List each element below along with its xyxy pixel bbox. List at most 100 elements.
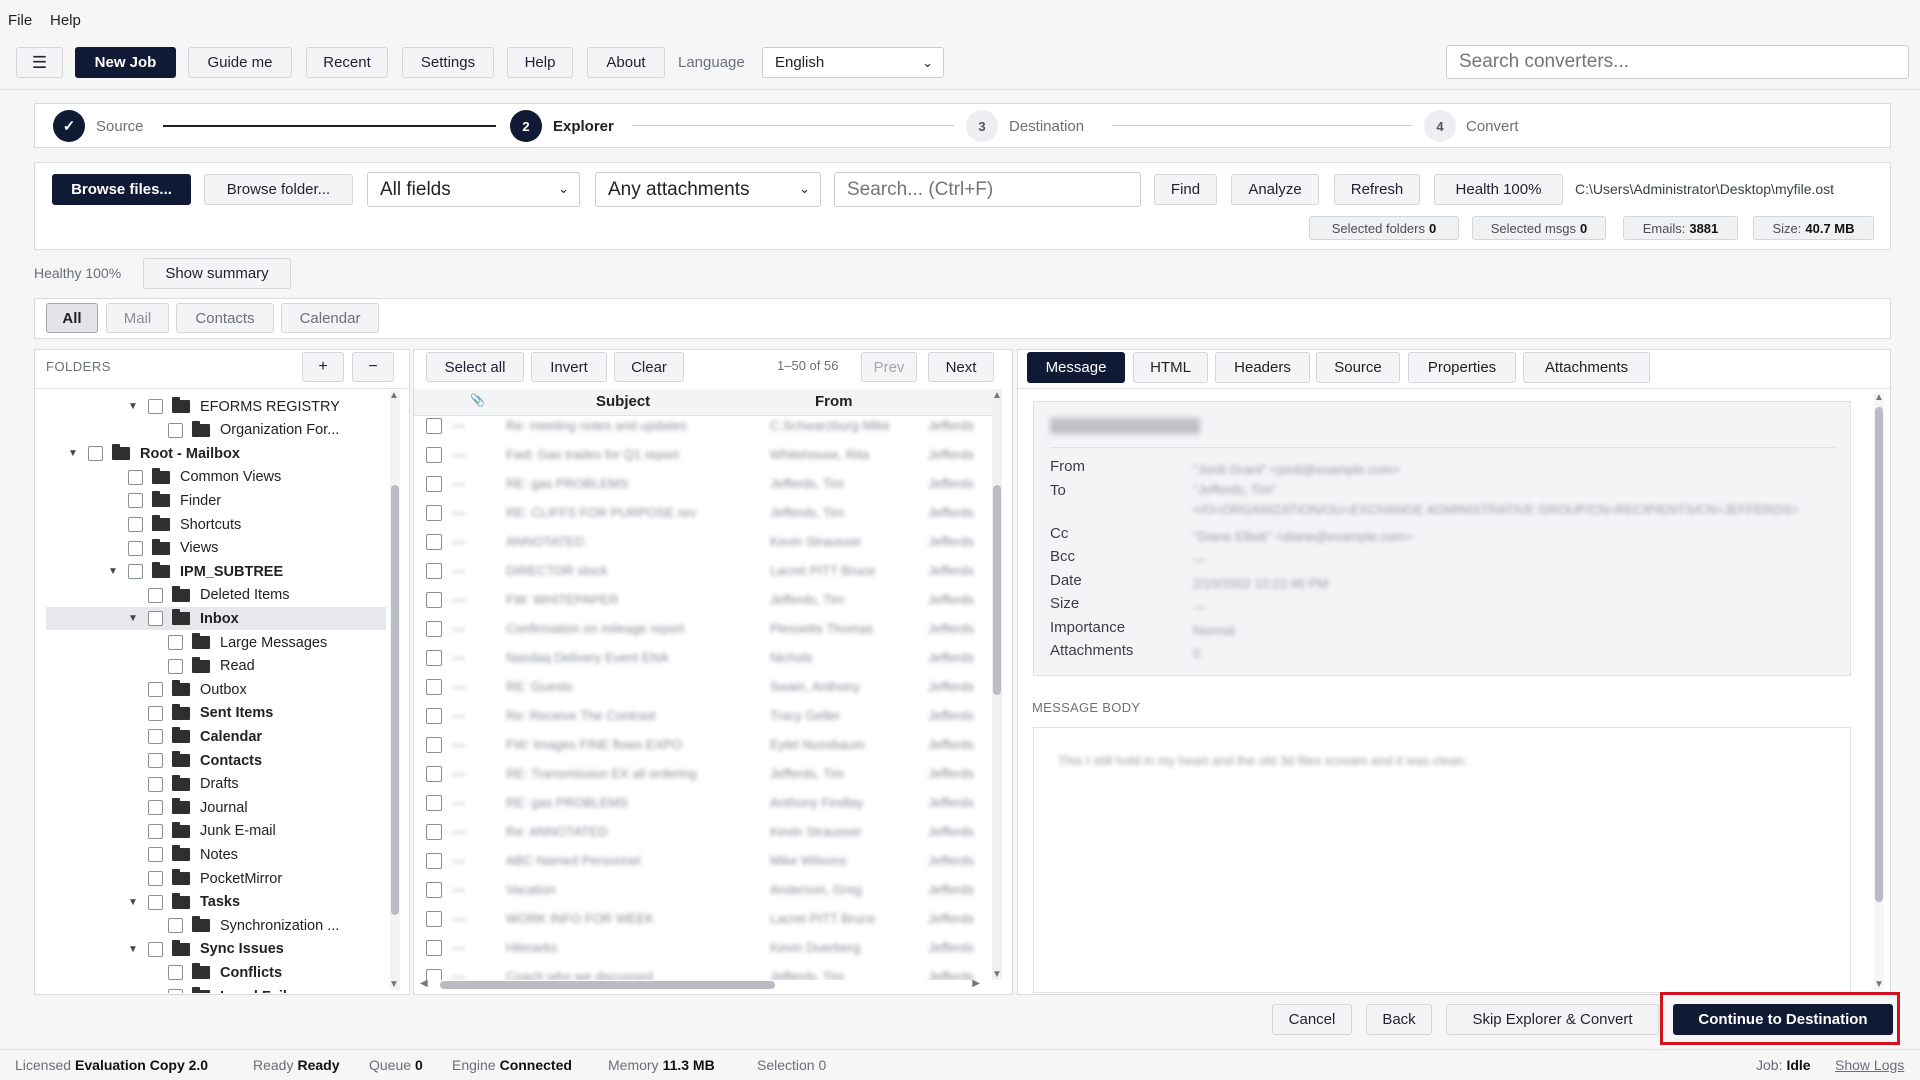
scrollbar-thumb[interactable] [440, 981, 775, 989]
preview-tab-headers[interactable]: Headers [1215, 352, 1310, 383]
folder-item[interactable]: ▼ IPM_SUBTREE [46, 560, 386, 583]
show-logs-link[interactable]: Show Logs [1835, 1057, 1904, 1073]
folder-checkbox[interactable] [128, 493, 143, 509]
message-scrollbar[interactable]: ▲ ▼ [992, 390, 1002, 980]
expand-toggle-icon[interactable]: ▼ [106, 566, 120, 577]
preview-tab-html[interactable]: HTML [1133, 352, 1208, 383]
step-source-label[interactable]: Source [96, 118, 144, 135]
folder-checkbox[interactable] [148, 823, 163, 839]
folder-item[interactable]: Sent Items [46, 702, 386, 725]
select-all-button[interactable]: Select all [426, 352, 524, 382]
folder-checkbox[interactable] [128, 564, 143, 580]
help-button[interactable]: Help [507, 47, 573, 78]
table-row[interactable]: — Fwd: Gas trades for Q1 report Whitehouse… [414, 440, 990, 469]
clear-button[interactable]: Clear [614, 352, 684, 382]
message-search-input[interactable] [834, 172, 1141, 207]
step-explorer-circle[interactable]: 2 [510, 110, 542, 142]
browse-files-button[interactable]: Browse files... [52, 174, 191, 205]
skip-explorer-button[interactable]: Skip Explorer & Convert [1446, 1004, 1659, 1035]
table-row[interactable]: — Coach who we discussed Jefferds, Tim Jeff… [414, 962, 990, 980]
cancel-button[interactable]: Cancel [1272, 1004, 1352, 1035]
message-checkbox[interactable] [426, 881, 442, 898]
menu-help[interactable]: Help [50, 12, 81, 29]
scroll-down-icon[interactable]: ▼ [992, 969, 1002, 980]
invert-button[interactable]: Invert [531, 352, 607, 382]
scrollbar-thumb[interactable] [1875, 407, 1883, 902]
folder-checkbox[interactable] [148, 894, 163, 910]
table-row[interactable]: — FW: WHITEPAPER Jefferds, Tim Jefferds [414, 585, 990, 614]
message-checkbox[interactable] [426, 707, 442, 724]
folder-checkbox[interactable] [168, 918, 183, 934]
folder-checkbox[interactable] [148, 800, 163, 816]
folder-item[interactable]: Local Failures [46, 985, 386, 993]
folder-item[interactable]: Read [46, 655, 386, 678]
folder-checkbox[interactable] [148, 682, 163, 698]
table-row[interactable]: — Hitmarks Kevin Duerberg Jefferds [414, 933, 990, 962]
table-row[interactable]: — Re: ANNOTATED Kevin Strausser Jefferds [414, 817, 990, 846]
about-button[interactable]: About [587, 47, 665, 78]
message-checkbox[interactable] [426, 794, 442, 811]
message-checkbox[interactable] [426, 620, 442, 637]
step-convert-label[interactable]: Convert [1466, 118, 1519, 135]
folder-checkbox[interactable] [128, 540, 143, 556]
folder-checkbox[interactable] [148, 753, 163, 768]
prev-page-button[interactable]: Prev [861, 352, 917, 382]
hamburger-menu-button[interactable]: ☰ [16, 47, 63, 78]
folder-checkbox[interactable] [168, 635, 183, 650]
message-checkbox[interactable] [426, 591, 442, 608]
expand-toggle-icon[interactable]: ▼ [126, 401, 140, 412]
folder-item[interactable]: Deleted Items [46, 584, 386, 607]
folder-item[interactable]: ▼ EFORMS REGISTRY [46, 395, 386, 418]
folder-checkbox[interactable] [148, 705, 163, 721]
message-checkbox[interactable] [426, 446, 442, 463]
folder-item[interactable]: ▼ Root - Mailbox [46, 442, 386, 465]
folder-item[interactable]: PocketMirror [46, 867, 386, 890]
folder-item[interactable]: Organization For... [46, 419, 386, 442]
remove-folder-button[interactable]: − [352, 352, 394, 382]
find-button[interactable]: Find [1154, 174, 1217, 205]
expand-toggle-icon[interactable]: ▼ [126, 944, 140, 955]
add-folder-button[interactable]: + [302, 352, 344, 382]
table-row[interactable]: — Re: meeting notes and updates C.Schwarzb… [414, 411, 990, 440]
message-checkbox[interactable] [426, 649, 442, 666]
scroll-down-icon[interactable]: ▼ [389, 979, 399, 990]
filter-tab-mail[interactable]: Mail [106, 303, 169, 333]
scroll-down-icon[interactable]: ▼ [1874, 979, 1884, 990]
table-row[interactable]: — ABC Named Personnel Mike Wilsons Jefferds [414, 846, 990, 875]
browse-folder-button[interactable]: Browse folder... [204, 174, 353, 205]
folder-item[interactable]: Outbox [46, 678, 386, 701]
table-row[interactable]: — RE: CLIFFS FOR PURPOSE rev Jefferds, Tim… [414, 498, 990, 527]
menu-file[interactable]: File [8, 12, 32, 29]
guide-me-button[interactable]: Guide me [188, 47, 292, 78]
preview-tab-source[interactable]: Source [1316, 352, 1400, 383]
table-row[interactable]: — DIRECTOR stock Lacret PITT Bruce Jefferds [414, 556, 990, 585]
message-checkbox[interactable] [426, 504, 442, 521]
message-checkbox[interactable] [426, 475, 442, 492]
folder-checkbox[interactable] [148, 871, 163, 886]
folder-item[interactable]: Large Messages [46, 631, 386, 654]
table-row[interactable]: — Nasdaq Delivery Event ENA Nichols Jefferd… [414, 643, 990, 672]
table-row[interactable]: — RE: gas PROBLEMS Anthony Findlay Jefferds [414, 788, 990, 817]
folder-checkbox[interactable] [128, 517, 143, 532]
folder-item[interactable]: ▼ Tasks [46, 891, 386, 914]
message-checkbox[interactable] [426, 533, 442, 550]
scroll-up-icon[interactable]: ▲ [992, 390, 1002, 401]
expand-toggle-icon[interactable]: ▼ [126, 897, 140, 908]
folder-checkbox[interactable] [128, 469, 143, 485]
table-row[interactable]: — RE: Guests Swain, Anthony Jefferds [414, 672, 990, 701]
message-hscrollbar[interactable]: ◀ ▶ [420, 978, 980, 990]
health-button[interactable]: Health 100% [1434, 174, 1563, 205]
folder-checkbox[interactable] [168, 658, 183, 674]
step-destination-circle[interactable]: 3 [966, 110, 998, 142]
folder-item[interactable]: Drafts [46, 773, 386, 796]
message-checkbox[interactable] [426, 968, 442, 980]
show-summary-button[interactable]: Show summary [143, 258, 291, 289]
folder-item[interactable]: Common Views [46, 466, 386, 489]
message-checkbox[interactable] [426, 852, 442, 869]
message-checkbox[interactable] [426, 765, 442, 782]
folder-item[interactable]: Journal [46, 796, 386, 819]
table-row[interactable]: — RE: Transmission EX all ordering Jefferd… [414, 759, 990, 788]
folder-checkbox[interactable] [148, 941, 163, 957]
folder-item[interactable]: Synchronization ... [46, 914, 386, 937]
step-convert-circle[interactable]: 4 [1424, 110, 1456, 142]
